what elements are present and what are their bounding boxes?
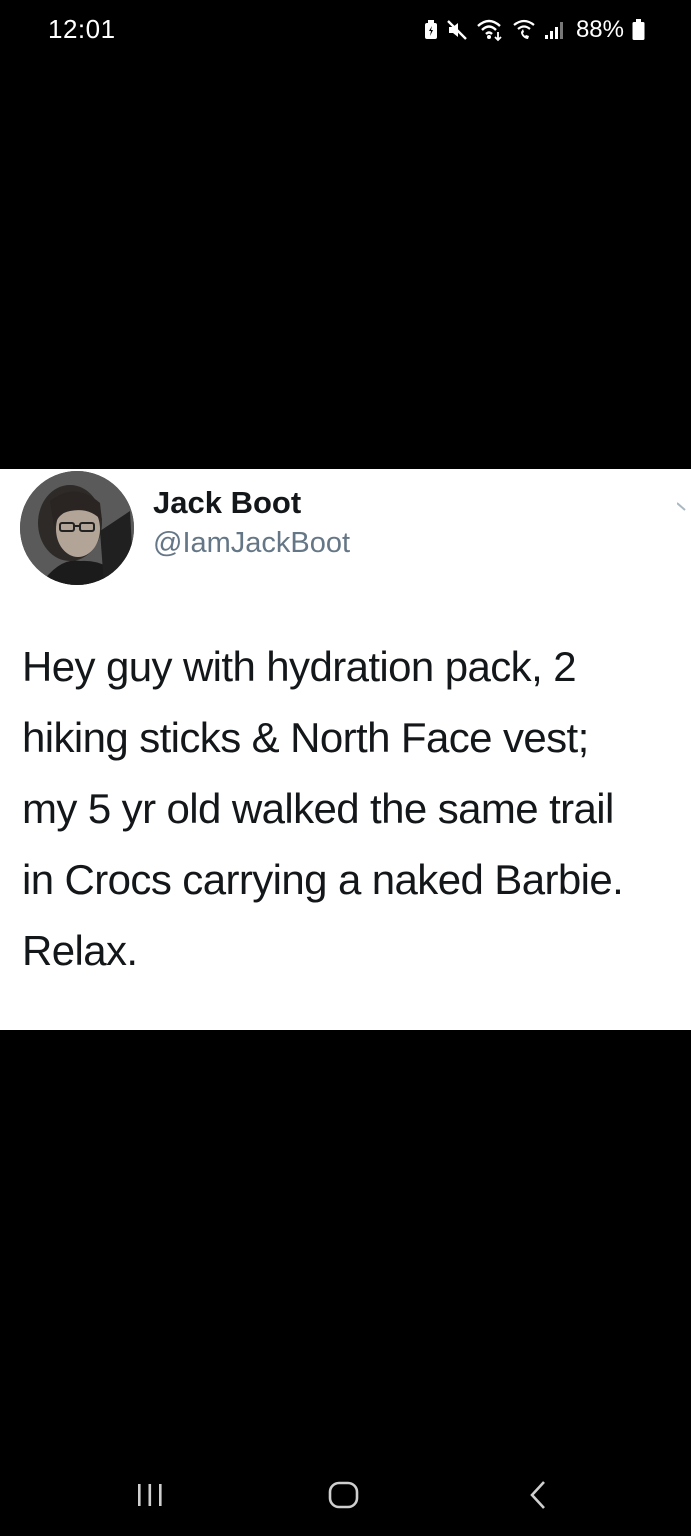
status-time: 12:01 — [48, 14, 116, 44]
chevron-down-icon[interactable] — [676, 499, 691, 518]
avatar[interactable] — [20, 471, 134, 585]
tweet-text: Hey guy with hydration pack, 2 hiking st… — [22, 643, 624, 974]
home-button[interactable] — [326, 1478, 362, 1517]
status-icons: 88% — [424, 16, 645, 44]
signal-icon — [544, 20, 566, 40]
battery-icon — [632, 19, 645, 41]
navigation-bar — [0, 1456, 691, 1536]
back-button[interactable] — [524, 1478, 554, 1517]
battery-percent: 88% — [575, 16, 624, 43]
battery-saver-icon — [424, 20, 438, 40]
mute-icon — [446, 19, 468, 41]
tweet-card: Jack Boot @IamJackBoot Hey guy with hydr… — [0, 469, 691, 1030]
status-bar: 12:01 88% — [0, 0, 691, 62]
wifi-calling-icon — [512, 19, 536, 41]
author-name[interactable]: Jack Boot — [153, 485, 301, 521]
recents-button[interactable] — [134, 1478, 166, 1517]
screen: 12:01 88% Jack Boot @IamJackBoot Hey guy… — [0, 0, 691, 1536]
author-handle[interactable]: @IamJackBoot — [153, 527, 350, 560]
wifi-icon — [476, 18, 504, 42]
